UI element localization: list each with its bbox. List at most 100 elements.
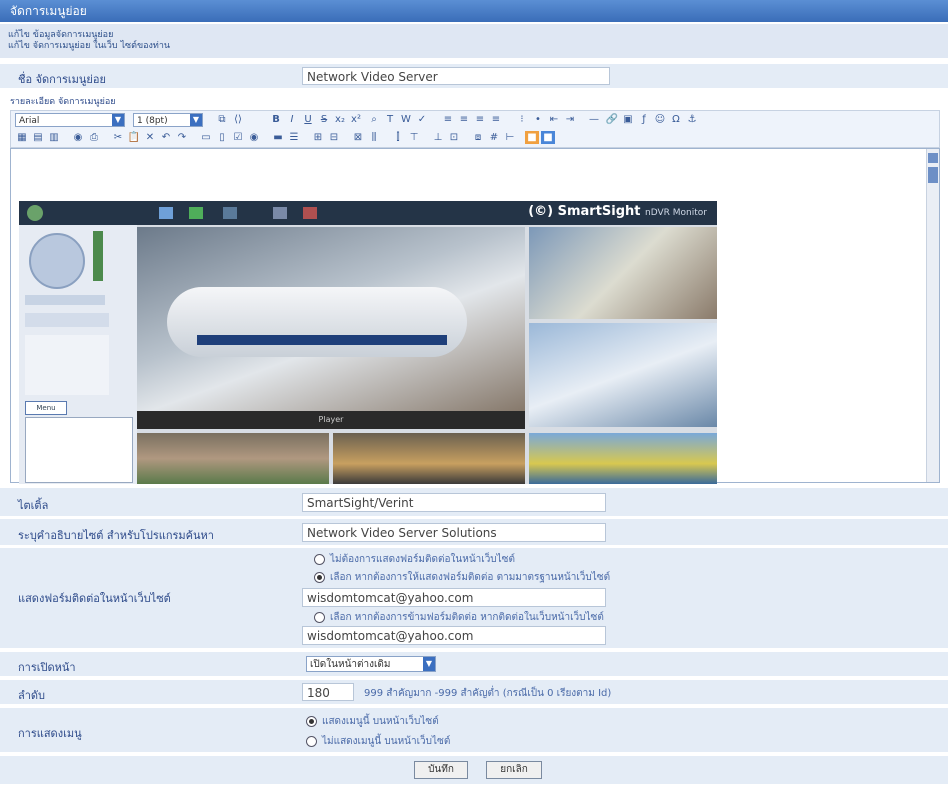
display-option-hide[interactable]: ไม่แสดงเมนูนี้ บนหน้าเว็บไซต์ — [306, 734, 450, 749]
display-option-show[interactable]: แสดงเมนูนี้ บนหน้าเว็บไซต์ — [306, 714, 439, 729]
undo-icon[interactable]: ↶ — [159, 131, 173, 144]
redo-icon[interactable]: ↷ — [175, 131, 189, 144]
menu-name-input[interactable]: Network Video Server — [302, 67, 610, 85]
indent-icon[interactable]: ⇥ — [563, 113, 577, 126]
unordered-list-icon[interactable]: • — [531, 113, 545, 126]
contact-option-none-label: ไม่ต้องการแสดงฟอร์มติดต่อในหน้าเว็บไซต์ — [330, 554, 515, 565]
save-button[interactable]: บันทึก — [414, 761, 468, 779]
chevron-down-icon: ▼ — [112, 114, 124, 126]
contact-email-1-input[interactable]: wisdomtomcat@yahoo.com — [302, 588, 606, 607]
subscript-icon[interactable]: x₂ — [333, 113, 347, 126]
control-panel — [25, 335, 109, 395]
editor-toolbar: Arial ▼ 1 (8pt) ▼ ⧉ ⟨⟩ B I U S x₂ x² ⌕ T… — [10, 110, 940, 148]
radio-icon — [314, 553, 325, 565]
open-page-select[interactable]: เปิดในหน้าต่างเดิม ▼ — [306, 656, 436, 672]
align-center-icon[interactable]: ≡ — [457, 113, 471, 126]
flash-icon[interactable]: ƒ — [637, 113, 651, 126]
print-icon[interactable]: ⎙ — [87, 131, 101, 144]
source-icon[interactable]: ⟨⟩ — [231, 113, 245, 126]
grid-icon[interactable]: # — [487, 131, 501, 144]
anchor-icon[interactable]: ⚓ — [685, 113, 699, 126]
menu-name-label: ชื่อ จัดการเมนูย่อย — [18, 73, 106, 86]
contact-option-skip[interactable]: เลือก หากต้องการข้ามฟอร์มติดต่อ หากติดต่… — [314, 610, 604, 625]
paste-text-icon[interactable]: T — [383, 113, 397, 126]
align-right-icon[interactable]: ≡ — [473, 113, 487, 126]
table-border-icon[interactable]: ⊡ — [447, 131, 461, 144]
paste-word-icon[interactable]: W — [399, 113, 413, 126]
description-input[interactable]: Network Video Server Solutions — [302, 523, 606, 542]
clipboard-icon[interactable]: 📋 — [127, 131, 141, 144]
order-input[interactable]: 180 — [302, 683, 354, 701]
hr-icon[interactable]: ⊢ — [503, 131, 517, 144]
delete-col-icon[interactable]: ⫿ — [391, 131, 405, 144]
embedded-sidebar: Menu — [19, 225, 137, 484]
size-select[interactable]: 1 (8pt) ▼ — [133, 113, 203, 127]
display-option-show-label: แสดงเมนูนี้ บนหน้าเว็บไซต์ — [322, 716, 439, 727]
editor-content[interactable]: (©) SmartSight nDVR Monitor Menu Player — [10, 148, 940, 484]
split-cells-icon[interactable]: ⊠ — [351, 131, 365, 144]
chevron-down-icon: ▼ — [423, 657, 435, 671]
outdent-icon[interactable]: ⇤ — [547, 113, 561, 126]
link-icon[interactable]: 🔗 — [605, 113, 619, 126]
scroll-up-icon[interactable] — [928, 153, 938, 163]
bold-icon[interactable]: B — [269, 113, 283, 126]
contact-option-skip-label: เลือก หากต้องการข้ามฟอร์มติดต่อ หากติดต่… — [330, 612, 604, 623]
insert-col-icon[interactable]: ⫼ — [367, 131, 381, 144]
table-col-icon[interactable]: ▥ — [47, 131, 61, 144]
table-row-icon[interactable]: ▤ — [31, 131, 45, 144]
contact-email-2-input[interactable]: wisdomtomcat@yahoo.com — [302, 626, 606, 645]
special-char-icon[interactable]: Ω — [669, 113, 683, 126]
ordered-list-icon[interactable]: ⁝ — [515, 113, 529, 126]
scroll-thumb[interactable] — [928, 167, 938, 183]
strikethrough-icon[interactable]: S — [317, 113, 331, 126]
camera-feed-port — [529, 433, 717, 484]
delete-row-icon[interactable]: ⊥ — [431, 131, 445, 144]
copy-icon[interactable]: ⧉ — [215, 113, 229, 126]
title-input[interactable]: SmartSight/Verint — [302, 493, 606, 512]
brand-name: (©) SmartSight — [528, 204, 641, 219]
superscript-icon[interactable]: x² — [349, 113, 363, 126]
table-icon[interactable]: ▦ — [15, 131, 29, 144]
insert-row-icon[interactable]: ⊤ — [407, 131, 421, 144]
airplane-body — [167, 287, 467, 357]
layer-icon[interactable]: ⧈ — [471, 131, 485, 144]
editor-scrollbar[interactable] — [926, 149, 939, 482]
sub-link-edit-menu[interactable]: แก้ไข จัดการเมนูย่อย ในเว็บ ไซต์ของท่าน — [8, 41, 940, 52]
color-icon[interactable]: ■ — [525, 131, 539, 144]
delete-icon[interactable]: ✕ — [143, 131, 157, 144]
radio-icon[interactable]: ◉ — [247, 131, 261, 144]
textfield-icon[interactable]: ▯ — [215, 131, 229, 144]
preview-icon[interactable]: ◉ — [71, 131, 85, 144]
button-icon[interactable]: ▬ — [271, 131, 285, 144]
underline-icon[interactable]: U — [301, 113, 315, 126]
align-left-icon[interactable]: ≡ — [441, 113, 455, 126]
spellcheck-icon[interactable]: ✓ — [415, 113, 429, 126]
cell-props-icon[interactable]: ⊞ — [311, 131, 325, 144]
font-select[interactable]: Arial ▼ — [15, 113, 125, 127]
cut-icon[interactable]: ✂ — [111, 131, 125, 144]
order-hint: 999 สำคัญมาก -999 สำคัญต่ำ (กรณีเป็น 0 เ… — [364, 688, 612, 699]
smiley-icon[interactable]: ☺ — [653, 113, 667, 126]
checkbox-icon[interactable]: ☑ — [231, 131, 245, 144]
contact-option-none[interactable]: ไม่ต้องการแสดงฟอร์มติดต่อในหน้าเว็บไซต์ — [314, 552, 515, 567]
globe-icon — [27, 205, 43, 221]
feed-caption: Player — [137, 411, 525, 429]
bgcolor-icon[interactable]: ■ — [541, 131, 555, 144]
form-icon[interactable]: ▭ — [199, 131, 213, 144]
description-label: ระบุคำอธิบายไซต์ สำหรับโปรแกรมค้นหา — [18, 529, 214, 542]
find-icon[interactable]: ⌕ — [367, 113, 381, 126]
embedded-topbar: (©) SmartSight nDVR Monitor — [19, 201, 717, 225]
image-icon[interactable]: ▣ — [621, 113, 635, 126]
contact-option-standard[interactable]: เลือก หากต้องการให้แสดงฟอร์มติดต่อ ตามมา… — [314, 570, 610, 585]
horizontal-rule-icon[interactable]: — — [587, 113, 601, 126]
cancel-button[interactable]: ยกเลิก — [486, 761, 542, 779]
breadcrumb: แก้ไข ข้อมูลจัดการเมนูย่อย แก้ไข จัดการเ… — [0, 24, 948, 58]
display-row: การแสดงเมนู แสดงเมนูนี้ บนหน้าเว็บไซต์ ไ… — [0, 708, 948, 752]
italic-icon[interactable]: I — [285, 113, 299, 126]
sub-link-edit-info[interactable]: แก้ไข ข้อมูลจัดการเมนูย่อย — [8, 30, 940, 41]
select-icon[interactable]: ☰ — [287, 131, 301, 144]
channel-buttons — [25, 313, 109, 327]
align-justify-icon[interactable]: ≡ — [489, 113, 503, 126]
airplane-stripe — [197, 335, 447, 345]
merge-cells-icon[interactable]: ⊟ — [327, 131, 341, 144]
